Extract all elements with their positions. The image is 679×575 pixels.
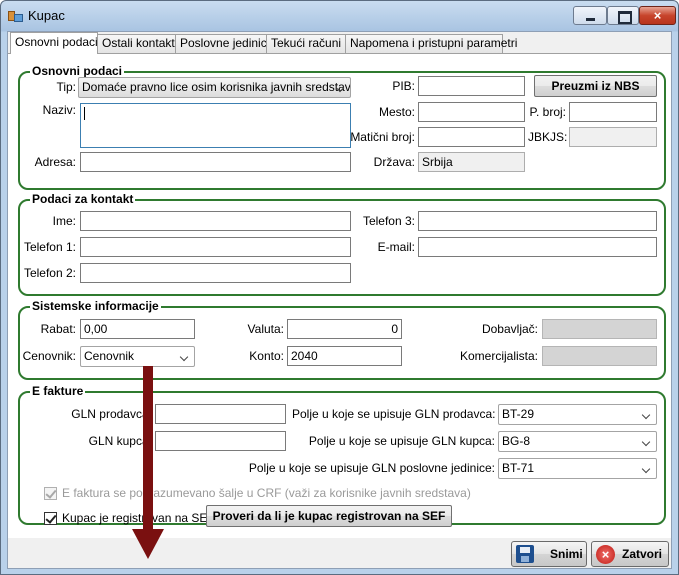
tip-combo[interactable]: Domaće pravno lice osim korisnika javnih… (78, 77, 351, 98)
drzava-input: Srbija (418, 152, 525, 172)
polje-prodavca-value: BT-29 (502, 407, 535, 421)
gln-prodavca-label: GLN prodavca: (71, 407, 152, 421)
komercijalista-label: Komercijalista: (459, 349, 538, 363)
cenovnik-combo[interactable]: Cenovnik (80, 346, 195, 367)
telefon2-input[interactable] (80, 263, 351, 283)
tab-ostali-kontakti[interactable]: Ostali kontakti (97, 34, 177, 53)
maximize-button[interactable] (607, 6, 639, 25)
save-icon (516, 545, 534, 563)
polje-kupca-value: BG-8 (502, 434, 531, 448)
adresa-input[interactable] (80, 152, 351, 172)
gln-prodavca-input[interactable] (155, 404, 286, 424)
email-label: E-mail: (377, 240, 415, 254)
snimi-button[interactable]: Snimi (511, 541, 587, 567)
telefon1-input[interactable] (80, 237, 351, 257)
client-area: Osnovni podaci Ostali kontakti Poslovne … (7, 31, 672, 569)
konto-input[interactable]: 2040 (287, 346, 402, 366)
tab-osnovni-podaci[interactable]: Osnovni podaci (10, 32, 98, 54)
pib-input[interactable] (418, 76, 525, 96)
crf-checkbox: E faktura se podrazumevano šalje u CRF (… (44, 485, 471, 501)
chevron-down-icon (642, 459, 652, 478)
zatvori-label: Zatvori (622, 547, 663, 561)
polje-kupca-label: Polje u koje se upisuje GLN kupca: (308, 434, 495, 448)
pbroj-input[interactable] (569, 102, 657, 122)
polje-pj-value: BT-71 (502, 461, 535, 475)
rabat-input[interactable]: 0,00 (80, 319, 195, 339)
snimi-label: Snimi (550, 547, 583, 561)
group-sistemske-informacije: Sistemske informacije (18, 299, 666, 380)
polje-prodavca-label: Polje u koje se upisuje GLN prodavca: (292, 407, 496, 421)
polje-prodavca-combo[interactable]: BT-29 (498, 404, 657, 425)
group-title-kontakt: Podaci za kontakt (30, 192, 136, 206)
chevron-down-icon (180, 347, 190, 366)
proveri-sef-button[interactable]: Proveri da li je kupac registrovan na SE… (206, 505, 452, 527)
polje-pj-combo[interactable]: BT-71 (498, 458, 657, 479)
chevron-down-icon (336, 78, 346, 97)
gln-kupca-label: GLN kupca: (88, 434, 152, 448)
pbroj-label: P. broj: (529, 105, 566, 119)
text-caret (84, 107, 85, 121)
telefon1-label: Telefon 1: (23, 240, 76, 254)
valuta-input[interactable]: 0 (287, 319, 402, 339)
annotation-arrow-shaft (143, 366, 153, 531)
adresa-label: Adresa: (34, 155, 76, 169)
telefon3-input[interactable] (418, 211, 657, 231)
preuzmi-iz-nbs-button[interactable]: Preuzmi iz NBS (534, 75, 657, 97)
cenovnik-value: Cenovnik (84, 349, 135, 363)
mesto-input[interactable] (418, 102, 525, 122)
dobavljac-label: Dobavljač: (481, 322, 538, 336)
minimize-button[interactable] (573, 6, 607, 25)
jbkjs-label: JBKJS: (528, 130, 568, 144)
zatvori-button[interactable]: × Zatvori (591, 541, 669, 567)
ime-input[interactable] (80, 211, 351, 231)
email-input[interactable] (418, 237, 657, 257)
maticni-broj-input[interactable] (418, 127, 525, 147)
close-icon: × (653, 8, 662, 23)
group-title-osnovni: Osnovni podaci (30, 64, 125, 78)
polje-pj-label: Polje u koje se upisuje GLN poslovne jed… (248, 461, 495, 475)
komercijalista-input (542, 346, 657, 366)
polje-kupca-combo[interactable]: BG-8 (498, 431, 657, 452)
group-title-efakture: E fakture (30, 384, 86, 398)
rabat-label: Rabat: (40, 322, 76, 336)
checkmark-icon (44, 511, 57, 525)
naziv-label: Naziv: (42, 103, 76, 117)
jbkjs-input (569, 127, 657, 147)
pib-label: PIB: (392, 79, 415, 93)
sef-checkbox[interactable]: Kupac je registrovan na SEF (44, 510, 215, 526)
maticni-broj-label: Matični broj: (350, 130, 415, 144)
ime-label: Ime: (52, 214, 76, 228)
tab-tekuci-racuni[interactable]: Tekući računi (266, 34, 346, 53)
dobavljac-input (542, 319, 657, 339)
checkmark-icon (44, 486, 57, 500)
chevron-down-icon (642, 405, 652, 424)
close-window-button[interactable]: × (639, 6, 676, 25)
app-icon (8, 9, 24, 23)
naziv-input[interactable] (80, 103, 351, 148)
drzava-label: Država: (373, 155, 415, 169)
kupac-window: Kupac × Osnovni podaci Ostali kontakti P… (0, 0, 679, 575)
tab-strip: Osnovni podaci Ostali kontakti Poslovne … (8, 32, 673, 54)
gln-kupca-input[interactable] (155, 431, 286, 451)
tab-poslovne-jedinice[interactable]: Poslovne jedinice (175, 34, 273, 53)
group-title-sistemske: Sistemske informacije (30, 299, 161, 313)
telefon3-label: Telefon 3: (362, 214, 415, 228)
tab-page-osnovni-podaci: Osnovni podaci Tip: Domaće pravno lice o… (8, 53, 671, 559)
close-icon: × (596, 545, 615, 564)
tab-napomena[interactable]: Napomena i pristupni parametri (345, 34, 517, 53)
telefon2-label: Telefon 2: (23, 266, 76, 280)
chevron-down-icon (642, 432, 652, 451)
title-bar[interactable]: Kupac × (1, 1, 678, 31)
annotation-arrow-head (132, 529, 164, 559)
tip-label: Tip: (56, 80, 76, 94)
sef-checkbox-label: Kupac je registrovan na SEF (62, 511, 215, 525)
crf-checkbox-label: E faktura se podrazumevano šalje u CRF (… (62, 486, 471, 500)
cenovnik-label: Cenovnik: (22, 349, 76, 363)
konto-label: Konto: (249, 349, 284, 363)
tip-value: Domaće pravno lice osim korisnika javnih… (82, 80, 351, 94)
window-title: Kupac (28, 8, 65, 23)
valuta-label: Valuta: (247, 322, 284, 336)
mesto-label: Mesto: (378, 105, 415, 119)
